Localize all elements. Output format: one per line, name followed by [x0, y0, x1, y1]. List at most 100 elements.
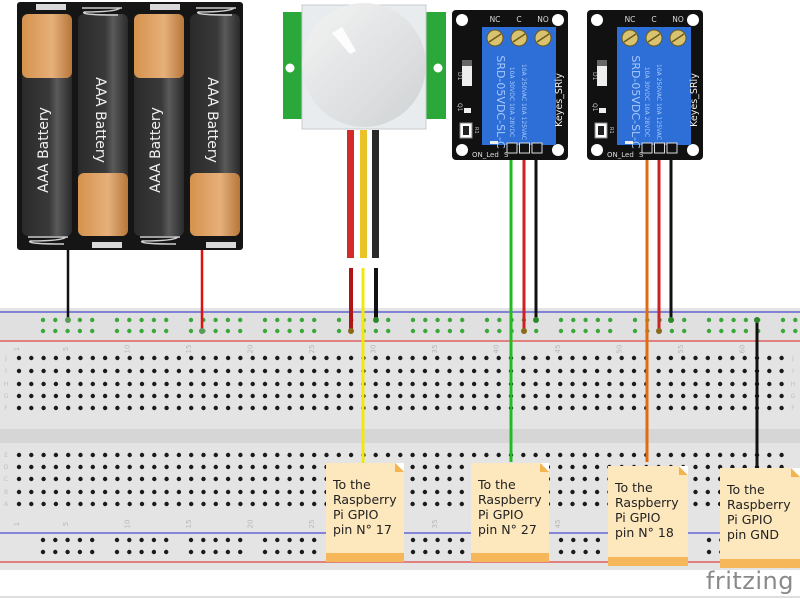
- breadboard-hole: [373, 368, 378, 374]
- breadboard-hole: [262, 464, 268, 470]
- rail-hole: [484, 328, 490, 334]
- mount-hole: [591, 14, 603, 26]
- breadboard-hole: [705, 393, 710, 399]
- breadboard-hole: [53, 501, 59, 507]
- breadboard-hole: [619, 368, 624, 374]
- breadboard-hole: [558, 405, 563, 411]
- note-bar: [471, 553, 549, 562]
- breadboard-hole: [324, 405, 329, 411]
- rail-hole: [423, 328, 428, 334]
- breadboard-hole: [398, 393, 403, 399]
- rail-hole: [595, 317, 601, 323]
- breadboard-hole: [619, 355, 624, 361]
- breadboard-hole: [115, 405, 120, 411]
- breadboard-hole: [447, 452, 452, 458]
- rail-hole: [287, 317, 292, 323]
- note-line: pin N° 17: [333, 522, 392, 537]
- rail-hole: [238, 537, 243, 543]
- row-label: J: [4, 355, 7, 362]
- breadboard-hole: [570, 405, 575, 411]
- breadboard-hole: [53, 393, 59, 399]
- terminal-label: NC: [490, 15, 501, 24]
- breadboard-hole: [348, 405, 354, 411]
- breadboard-hole: [324, 368, 329, 374]
- breadboard-hole: [742, 355, 747, 361]
- breadboard-hole: [570, 381, 575, 387]
- breadboard-hole: [152, 381, 157, 387]
- flat-contact: [150, 4, 180, 10]
- breadboard-hole: [693, 381, 698, 387]
- breadboard-hole: [201, 393, 206, 399]
- rail-hole: [53, 328, 58, 334]
- note-line: Raspberry: [333, 492, 397, 507]
- breadboard-hole: [717, 368, 723, 374]
- breadboard-hole: [66, 355, 71, 361]
- breadboard-hole: [324, 381, 329, 387]
- breadboard-hole: [127, 489, 132, 495]
- fritzing-watermark: fritzing: [705, 567, 794, 595]
- breadboard-hole: [410, 405, 415, 411]
- breadboard-hole: [496, 393, 501, 399]
- breadboard-hole: [435, 501, 440, 507]
- rail-hole: [114, 328, 120, 334]
- breadboard-hole: [447, 381, 452, 387]
- breadboard-hole: [16, 489, 22, 495]
- breadboard-hole: [656, 452, 661, 458]
- breadboard-hole: [41, 489, 46, 495]
- rail-hole: [669, 328, 675, 334]
- breadboard-hole: [447, 476, 452, 482]
- rail-hole: [583, 328, 588, 334]
- breadboard-hole: [16, 405, 22, 411]
- breadboard-hole: [275, 501, 280, 507]
- breadboard-hole: [287, 355, 292, 361]
- rail-hole: [40, 328, 46, 334]
- rail-hole: [558, 317, 564, 323]
- relay-rating: 10A 250VAC 10A 125VAC: [655, 64, 662, 140]
- breadboard-hole: [459, 501, 464, 507]
- breadboard-hole: [41, 355, 46, 361]
- breadboard-hole: [299, 393, 305, 399]
- breadboard-hole: [385, 355, 391, 361]
- breadboard-hole: [767, 452, 772, 458]
- breadboard-hole: [521, 405, 526, 411]
- rail-hole: [534, 328, 539, 334]
- breadboard-hole: [705, 355, 710, 361]
- breadboard-hole: [681, 381, 686, 387]
- breadboard-hole: [681, 452, 686, 458]
- breadboard-hole: [558, 501, 563, 507]
- breadboard-hole: [152, 405, 157, 411]
- breadboard-hole: [767, 405, 772, 411]
- breadboard-hole: [164, 501, 169, 507]
- breadboard-hole: [299, 476, 305, 482]
- rail-hole: [127, 317, 132, 323]
- row-label: H: [4, 381, 9, 388]
- breadboard-hole: [78, 368, 83, 374]
- rail-hole: [497, 328, 502, 334]
- relay-brand: Keyes_SRly: [689, 73, 700, 127]
- breadboard-hole: [115, 355, 120, 361]
- rail-hole: [312, 317, 317, 323]
- breadboard-hole: [385, 452, 391, 458]
- row-label: B: [4, 489, 8, 496]
- rail-hole: [40, 549, 46, 555]
- wire-end: [348, 328, 354, 334]
- breadboard-hole: [570, 464, 575, 470]
- breadboard-hole: [312, 476, 317, 482]
- rail-hole: [65, 537, 70, 543]
- breadboard-hole: [201, 368, 206, 374]
- breadboard-hole: [176, 464, 182, 470]
- led-label: ON_Led: [472, 151, 499, 159]
- breadboard-hole: [779, 393, 784, 399]
- breadboard-hole: [102, 393, 108, 399]
- breadboard-hole: [250, 381, 255, 387]
- breadboard-hole: [471, 355, 477, 361]
- rail-hole: [127, 537, 132, 543]
- part-label: R1: [473, 127, 479, 134]
- breadboard-hole: [619, 405, 624, 411]
- header-pin: [531, 142, 543, 154]
- breadboard-hole: [705, 476, 710, 482]
- breadboard-hole: [115, 393, 120, 399]
- breadboard-hole: [570, 393, 575, 399]
- breadboard-hole: [164, 489, 169, 495]
- breadboard-hole: [484, 368, 489, 374]
